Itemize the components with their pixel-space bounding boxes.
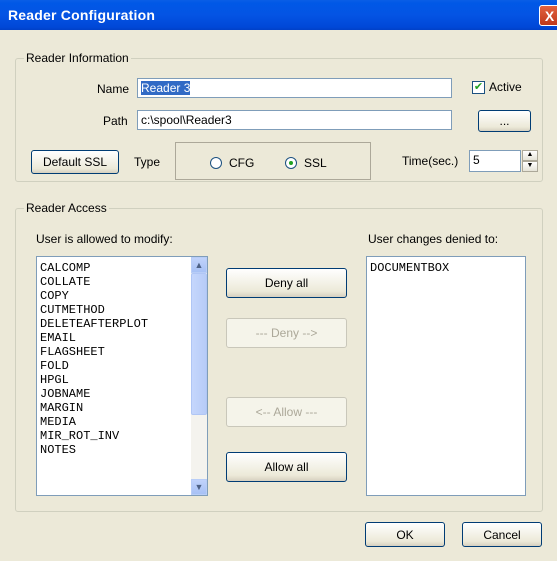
list-item[interactable]: DELETEAFTERPLOT [37, 317, 207, 331]
denied-list[interactable]: DOCUMENTBOX [366, 256, 526, 496]
type-cfg-label: CFG [229, 156, 255, 170]
path-field[interactable]: c:\spool\Reader3 [137, 110, 452, 130]
reader-access-legend: Reader Access [24, 201, 109, 215]
type-radio-group [175, 142, 371, 180]
spin-up-icon: ▲ [526, 151, 534, 158]
name-field[interactable]: Reader 3 [137, 78, 452, 98]
list-item[interactable]: JOBNAME [37, 387, 207, 401]
list-item[interactable]: NOTES [37, 443, 207, 457]
path-label: Path [103, 114, 128, 128]
allowed-items: CALCOMP COLLATE COPY CUTMETHOD DELETEAFTERPL… [37, 257, 207, 457]
window-title: Reader Configuration [8, 7, 156, 23]
default-ssl-button[interactable]: Default SSL [31, 150, 119, 174]
name-label: Name [97, 82, 130, 96]
deny-all-button[interactable]: Deny all [226, 268, 347, 298]
list-item[interactable]: MEDIA [37, 415, 207, 429]
type-ssl-radio[interactable] [285, 157, 297, 169]
scroll-thumb[interactable] [191, 273, 207, 415]
allow-all-button[interactable]: Allow all [226, 452, 347, 482]
time-spin-up[interactable]: ▲ [522, 150, 538, 161]
allowed-list-scrollbar[interactable]: ▲ ▼ [191, 257, 207, 495]
allow-button[interactable]: <-- Allow --- [226, 397, 347, 427]
list-item[interactable]: MIR_ROT_INV [37, 429, 207, 443]
time-label: Time(sec.) [402, 154, 459, 168]
type-ssl-label: SSL [304, 156, 327, 170]
active-checkbox[interactable]: ✔ [472, 81, 485, 94]
list-item[interactable]: COLLATE [37, 275, 207, 289]
scroll-up-button[interactable]: ▲ [191, 257, 207, 273]
scroll-down-button[interactable]: ▼ [191, 479, 207, 495]
denied-items: DOCUMENTBOX [367, 257, 525, 275]
list-item[interactable]: EMAIL [37, 331, 207, 345]
time-field[interactable]: 5 [469, 150, 521, 172]
close-button[interactable]: X [539, 5, 557, 26]
list-item[interactable]: CUTMETHOD [37, 303, 207, 317]
list-item[interactable]: FLAGSHEET [37, 345, 207, 359]
list-item[interactable]: MARGIN [37, 401, 207, 415]
browse-button[interactable]: ... [478, 110, 531, 132]
list-item[interactable]: CALCOMP [37, 261, 207, 275]
allowed-list[interactable]: CALCOMP COLLATE COPY CUTMETHOD DELETEAFTERPL… [36, 256, 208, 496]
active-label: Active [489, 80, 522, 94]
list-item[interactable]: HPGL [37, 373, 207, 387]
scroll-down-icon: ▼ [194, 482, 204, 492]
type-cfg-radio[interactable] [210, 157, 222, 169]
allowed-label: User is allowed to modify: [36, 232, 173, 246]
ok-button[interactable]: OK [365, 522, 445, 547]
name-value: Reader 3 [141, 81, 191, 95]
list-item[interactable]: FOLD [37, 359, 207, 373]
scroll-up-icon: ▲ [194, 260, 204, 270]
denied-label: User changes denied to: [368, 232, 499, 246]
dialog-body: Reader Information Name Reader 3 ✔ Activ… [0, 30, 557, 561]
type-label: Type [134, 155, 161, 169]
reader-information-legend: Reader Information [24, 51, 131, 65]
list-item[interactable]: DOCUMENTBOX [367, 261, 525, 275]
list-item[interactable]: COPY [37, 289, 207, 303]
cancel-button[interactable]: Cancel [462, 522, 542, 547]
spin-down-icon: ▼ [526, 162, 534, 169]
time-spin-down[interactable]: ▼ [522, 161, 538, 172]
deny-button[interactable]: --- Deny --> [226, 318, 347, 348]
title-bar: Reader Configuration X [0, 0, 557, 30]
